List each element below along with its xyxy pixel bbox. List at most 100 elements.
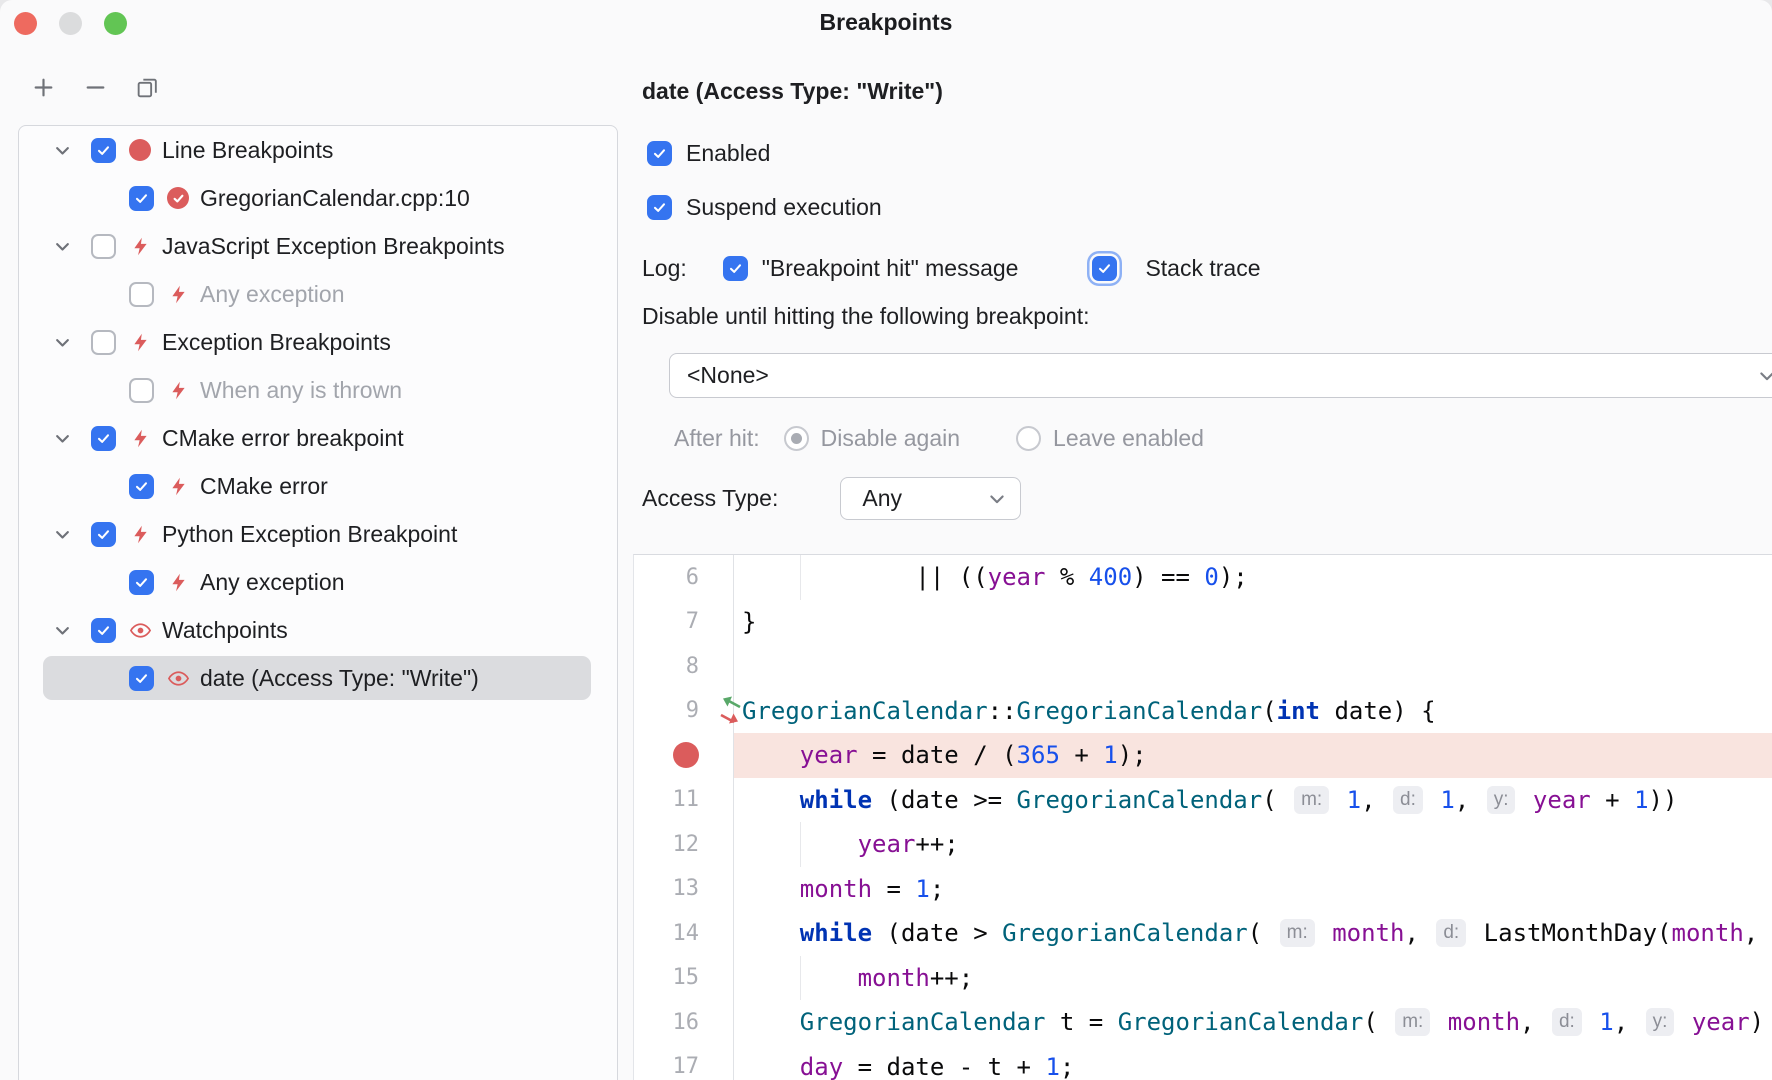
code-line: 8 bbox=[634, 644, 1772, 689]
chevron-down-icon[interactable] bbox=[49, 525, 75, 544]
indent-guide bbox=[800, 555, 801, 600]
gutter-line-number[interactable]: 14 bbox=[634, 911, 734, 956]
tree-row[interactable]: CMake error breakpoint bbox=[19, 414, 617, 462]
exception-breakpoint-icon bbox=[168, 572, 189, 593]
disable-again-radio[interactable] bbox=[784, 426, 809, 451]
group-by-icon bbox=[135, 75, 160, 100]
tree-row[interactable]: Line Breakpoints bbox=[19, 126, 617, 174]
gutter-line-number[interactable]: 13 bbox=[634, 867, 734, 912]
zoom-button[interactable] bbox=[104, 12, 127, 35]
minimize-button[interactable] bbox=[59, 12, 82, 35]
checkbox[interactable] bbox=[91, 522, 116, 547]
gutter-line-number[interactable] bbox=[634, 733, 734, 778]
gutter-line-number[interactable]: 17 bbox=[634, 1045, 734, 1080]
code-line: 17 day = date - t + 1; bbox=[634, 1045, 1772, 1080]
gutter-line-number[interactable]: 11 bbox=[634, 778, 734, 823]
tree-item-label: Exception Breakpoints bbox=[162, 329, 391, 356]
breakpoint-hit-message-label: "Breakpoint hit" message bbox=[762, 255, 1019, 282]
chevron-down-icon[interactable] bbox=[49, 621, 75, 640]
gutter-line-number[interactable]: 16 bbox=[634, 1000, 734, 1045]
tree-row[interactable]: When any is thrown bbox=[19, 366, 617, 414]
checkbox[interactable] bbox=[129, 378, 154, 403]
check-icon bbox=[652, 146, 667, 161]
chevron-down-icon[interactable] bbox=[49, 333, 75, 352]
checkbox[interactable] bbox=[91, 138, 116, 163]
exception-breakpoint-icon bbox=[130, 236, 151, 257]
access-type-select[interactable]: Any bbox=[840, 477, 1021, 520]
close-button[interactable] bbox=[14, 12, 37, 35]
code-text: month = 1; bbox=[734, 867, 1772, 912]
group-breakpoints-button[interactable] bbox=[134, 74, 160, 100]
checkbox[interactable] bbox=[91, 330, 116, 355]
minus-icon bbox=[83, 75, 108, 100]
enabled-label: Enabled bbox=[686, 140, 770, 167]
remove-breakpoint-button[interactable] bbox=[82, 74, 108, 100]
tree-row[interactable]: GregorianCalendar.cpp:10 bbox=[19, 174, 617, 222]
tree-toolbar bbox=[30, 74, 160, 100]
code-line: 16 GregorianCalendar t = GregorianCalend… bbox=[634, 1000, 1772, 1045]
code-line: 15 month++; bbox=[634, 956, 1772, 1001]
code-text: month++; bbox=[734, 956, 1772, 1001]
enabled-breakpoint-icon bbox=[167, 187, 189, 209]
tree-row[interactable]: CMake error bbox=[19, 462, 617, 510]
breakpoint-hit-message-checkbox[interactable] bbox=[723, 256, 748, 281]
code-text: day = date - t + 1; bbox=[734, 1045, 1772, 1080]
chevron-down-icon bbox=[987, 489, 1007, 509]
gutter-line-number[interactable]: 15 bbox=[634, 956, 734, 1001]
check-icon bbox=[728, 261, 743, 276]
checkbox[interactable] bbox=[129, 474, 154, 499]
add-breakpoint-button[interactable] bbox=[30, 74, 56, 100]
tree-row[interactable]: Python Exception Breakpoint bbox=[19, 510, 617, 558]
gutter-line-number[interactable]: 6 bbox=[634, 555, 734, 600]
checkbox[interactable] bbox=[129, 282, 154, 307]
chevron-down-icon[interactable] bbox=[49, 141, 75, 160]
code-text: GregorianCalendar t = GregorianCalendar(… bbox=[734, 1000, 1772, 1045]
gutter-line-number[interactable]: 7 bbox=[634, 600, 734, 645]
code-line: 11 while (date >= GregorianCalendar( m: … bbox=[634, 778, 1772, 823]
tree-row[interactable]: Exception Breakpoints bbox=[19, 318, 617, 366]
gutter-line-number[interactable]: 8 bbox=[634, 644, 734, 689]
chevron-down-icon[interactable] bbox=[49, 237, 75, 256]
watchpoint-icon bbox=[167, 667, 190, 690]
code-text: year = date / (365 + 1); bbox=[734, 733, 1772, 778]
disable-until-value: <None> bbox=[687, 362, 769, 389]
tree-row[interactable]: Watchpoints bbox=[19, 606, 617, 654]
code-line: 9GregorianCalendar::GregorianCalendar(in… bbox=[634, 689, 1772, 734]
exception-breakpoint-icon bbox=[130, 428, 151, 449]
log-label: Log: bbox=[642, 255, 687, 282]
code-text: while (date > GregorianCalendar( m: mont… bbox=[734, 911, 1772, 956]
exception-breakpoint-icon bbox=[130, 524, 151, 545]
leave-enabled-radio[interactable] bbox=[1016, 426, 1041, 451]
window-title: Breakpoints bbox=[0, 9, 1772, 36]
checkbox[interactable] bbox=[129, 666, 154, 691]
tree-row[interactable]: JavaScript Exception Breakpoints bbox=[19, 222, 617, 270]
line-breakpoint-icon bbox=[129, 139, 151, 161]
watchpoint-icon bbox=[129, 619, 152, 642]
tree-row[interactable]: Any exception bbox=[19, 558, 617, 606]
tree-item-label: Line Breakpoints bbox=[162, 137, 333, 164]
checkbox[interactable] bbox=[129, 570, 154, 595]
tree-row[interactable]: Any exception bbox=[19, 270, 617, 318]
code-text: while (date >= GregorianCalendar( m: 1, … bbox=[734, 778, 1772, 823]
tree-row[interactable]: date (Access Type: "Write") bbox=[19, 654, 617, 702]
enabled-checkbox[interactable] bbox=[647, 141, 672, 166]
breakpoint-dot-icon[interactable] bbox=[673, 742, 699, 768]
after-hit-label: After hit: bbox=[674, 425, 760, 452]
checkbox[interactable] bbox=[91, 234, 116, 259]
stack-trace-checkbox[interactable] bbox=[1092, 256, 1117, 281]
checkbox[interactable] bbox=[129, 186, 154, 211]
suspend-execution-checkbox[interactable] bbox=[647, 195, 672, 220]
checkbox[interactable] bbox=[91, 426, 116, 451]
code-line: 12 year++; bbox=[634, 822, 1772, 867]
tree-item-label: Watchpoints bbox=[162, 617, 288, 644]
disable-until-combobox[interactable]: <None> bbox=[669, 353, 1772, 398]
chevron-down-icon[interactable] bbox=[49, 429, 75, 448]
indent-guide bbox=[800, 822, 801, 867]
gutter-line-number[interactable]: 12 bbox=[634, 822, 734, 867]
stack-trace-label: Stack trace bbox=[1145, 255, 1260, 282]
chevron-down-icon bbox=[1757, 366, 1772, 386]
checkbox[interactable] bbox=[91, 618, 116, 643]
after-hit-row: After hit: Disable again Leave enabled bbox=[674, 425, 1204, 452]
code-line: 6 || ((year % 400) == 0); bbox=[634, 555, 1772, 600]
exception-breakpoint-icon bbox=[168, 476, 189, 497]
